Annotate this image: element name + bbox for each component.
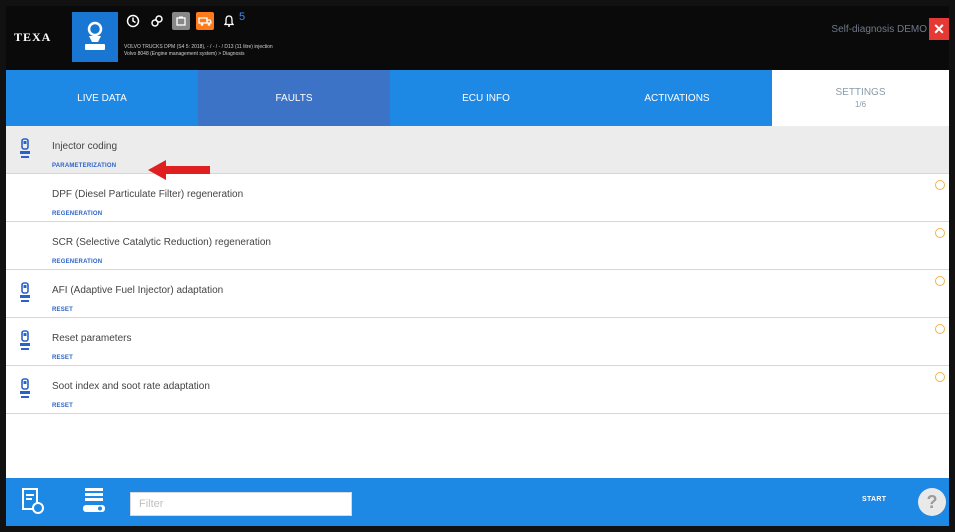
item-category: RESET: [52, 355, 74, 361]
screen-frame: TEXA 5 VOLVO TRUCKS DPM (S4 5: 2018), - …: [0, 0, 955, 532]
warning-icon: [935, 276, 945, 286]
start-button[interactable]: START: [862, 496, 886, 503]
tab-label: LIVE DATA: [77, 92, 127, 104]
filter-input[interactable]: [130, 492, 352, 516]
list-item[interactable]: SCR (Selective Catalytic Reduction) rege…: [6, 222, 949, 270]
item-category: RESET: [52, 307, 74, 313]
bell-icon[interactable]: [220, 12, 238, 30]
notification-count: 5: [239, 11, 246, 23]
tab-label: ACTIVATIONS: [644, 92, 710, 104]
bottom-bar: START ?: [6, 478, 949, 526]
app-screen: TEXA 5 VOLVO TRUCKS DPM (S4 5: 2018), - …: [6, 6, 949, 526]
truck-icon[interactable]: [196, 12, 214, 30]
close-button[interactable]: ×: [929, 18, 949, 40]
clock-icon[interactable]: [124, 12, 142, 30]
texa-logo: TEXA: [14, 29, 52, 44]
tab-label: FAULTS: [275, 92, 313, 104]
item-title: Soot index and soot rate adaptation: [52, 381, 210, 392]
list-item[interactable]: Soot index and soot rate adaptation RESE…: [6, 366, 949, 414]
annotation-arrow: [148, 160, 210, 180]
item-category: REGENERATION: [52, 259, 103, 265]
item-category: RESET: [52, 403, 74, 409]
list-item[interactable]: AFI (Adaptive Fuel Injector) adaptation …: [6, 270, 949, 318]
tab-bar: LIVE DATA FAULTS ECU INFO ACTIVATIONS SE…: [6, 70, 949, 126]
tab-label: SETTINGS: [835, 87, 886, 98]
warning-icon: [935, 228, 945, 238]
battery-icon[interactable]: [172, 12, 190, 30]
vehicle-selection-button[interactable]: [72, 12, 118, 62]
injector-icon: [20, 378, 30, 398]
item-category: PARAMETERIZATION: [52, 163, 117, 169]
help-icon[interactable]: ?: [918, 488, 946, 516]
injector-icon: [20, 330, 30, 350]
link-icon[interactable]: [148, 12, 166, 30]
tab-live-data[interactable]: LIVE DATA: [6, 70, 198, 126]
injector-icon: [20, 138, 30, 158]
warning-icon: [935, 180, 945, 190]
vehicle-info-line-2: Volvo 8048 (Engine management system) > …: [124, 51, 245, 57]
report-icon[interactable]: [20, 486, 46, 516]
warning-icon: [935, 372, 945, 382]
vehicle-info: VOLVO TRUCKS DPM (S4 5: 2018), - / - / -…: [124, 44, 273, 58]
mode-label: Self-diagnosis DEMO: [831, 24, 927, 35]
item-title: Injector coding: [52, 141, 118, 152]
item-category: REGENERATION: [52, 211, 103, 217]
tab-settings[interactable]: SETTINGS 1/6: [772, 70, 949, 126]
warning-icon: [935, 324, 945, 334]
injector-icon: [20, 282, 30, 302]
status-icons: 5: [124, 10, 245, 32]
tab-ecu-info[interactable]: ECU INFO: [390, 70, 582, 126]
vehicle-info-line-1: VOLVO TRUCKS DPM (S4 5: 2018), - / - / -…: [124, 44, 273, 50]
tab-activations[interactable]: ACTIVATIONS: [582, 70, 772, 126]
list-item[interactable]: DPF (Diesel Particulate Filter) regenera…: [6, 174, 949, 222]
vehicle-person-icon: [85, 21, 105, 50]
item-title: AFI (Adaptive Fuel Injector) adaptation: [52, 285, 224, 296]
tab-faults[interactable]: FAULTS: [198, 70, 390, 126]
top-bar: TEXA 5 VOLVO TRUCKS DPM (S4 5: 2018), - …: [6, 6, 949, 70]
ecu-icon[interactable]: [80, 486, 108, 516]
tab-page-indicator: 1/6: [854, 100, 867, 109]
item-title: SCR (Selective Catalytic Reduction) rege…: [52, 237, 271, 248]
item-title: DPF (Diesel Particulate Filter) regenera…: [52, 189, 244, 200]
tab-label: ECU INFO: [462, 92, 510, 104]
item-title: Reset parameters: [52, 333, 132, 344]
list-item[interactable]: Reset parameters RESET: [6, 318, 949, 366]
